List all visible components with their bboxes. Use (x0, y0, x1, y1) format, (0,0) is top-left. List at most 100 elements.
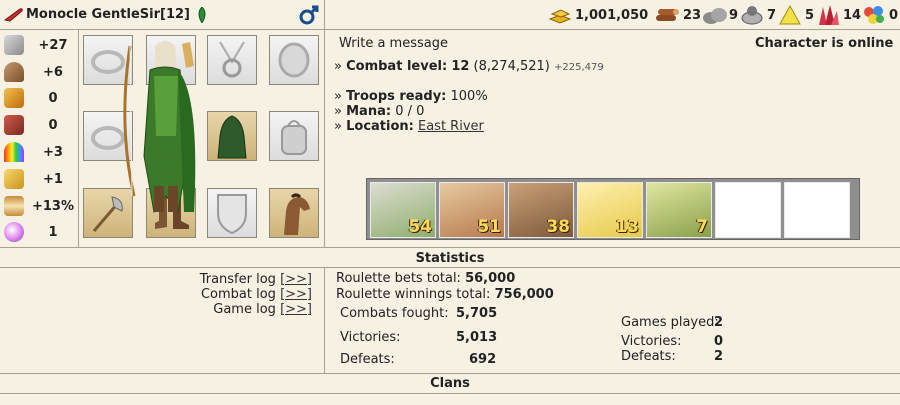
morale-value: +1 (43, 172, 63, 187)
gold-value: 1,001,050 (575, 8, 649, 23)
roulette-bets-value: 56,000 (465, 271, 516, 286)
druid-troop-icon[interactable]: 38 (508, 182, 574, 238)
combat-level-value: 12 (451, 59, 470, 74)
treant-troop-icon[interactable]: 7 (646, 182, 712, 238)
combat-log-row: Combat log [>>] (201, 287, 312, 302)
gem-value: 0 (889, 8, 899, 23)
clans-title-divider (0, 393, 900, 394)
troop-count: 51 (477, 217, 501, 237)
empty-troop-slot[interactable] (784, 182, 850, 238)
mana-value: 0 / 0 (395, 104, 425, 119)
sulfur-icon (778, 4, 802, 30)
games-defeats-label: Defeats: (621, 349, 676, 364)
combats-fought-value: 5,705 (456, 306, 498, 321)
troop-count: 7 (696, 217, 708, 237)
header-divider (0, 29, 900, 30)
character-name[interactable]: Monocle GentleSir (26, 7, 160, 22)
defeats-label: Defeats: (340, 352, 395, 367)
write-message-link[interactable]: Write a message (339, 36, 448, 51)
games-victories-value: 0 (714, 334, 724, 349)
troops-ready-value: 100% (450, 89, 488, 104)
defense-value: +6 (43, 65, 63, 80)
gold-icon (548, 5, 572, 29)
games-played-value: 2 (714, 315, 724, 330)
mana-orb-icon (4, 222, 24, 242)
spell-power-value: 0 (48, 91, 58, 106)
crystal-icon (815, 3, 841, 31)
backpack-slot[interactable] (269, 111, 319, 161)
initiative-value: +13% (31, 199, 74, 214)
troop-count: 13 (615, 217, 639, 237)
morale-icon (4, 169, 24, 189)
game-log-link[interactable]: [>>] (280, 302, 312, 317)
games-played-label: Games played: (621, 315, 719, 330)
troops-ready-row: » Troops ready: 100% (334, 89, 488, 104)
mirror-slot[interactable] (269, 35, 319, 85)
victories-label: Victories: (340, 330, 401, 345)
troop-count: 54 (408, 217, 432, 237)
online-status: Character is online (755, 36, 894, 51)
knowledge-icon (4, 115, 24, 135)
character-portrait (110, 36, 220, 214)
defeats-value: 692 (469, 352, 497, 367)
attack-value: +27 (38, 38, 68, 53)
transfer-log-row: Transfer log [>>] (200, 272, 312, 287)
character-emblem-icon (3, 8, 24, 26)
roulette-win-row: Roulette winnings total: 756,000 (336, 287, 554, 302)
male-gender-icon (298, 4, 320, 30)
defense-icon (4, 62, 24, 82)
games-victories-label: Victories: (621, 334, 682, 349)
bullet-icon: » (334, 119, 342, 134)
transfer-log-label: Transfer log (199, 272, 276, 287)
empty-troop-slot[interactable] (715, 182, 781, 238)
combat-level-label: Combat level: (346, 59, 448, 74)
combats-fought-label: Combats fought: (340, 306, 449, 321)
game-log-label: Game log (213, 302, 276, 317)
wood-value: 23 (683, 8, 702, 23)
stone-value: 9 (729, 8, 739, 23)
dryad-troop-icon[interactable]: 51 (439, 182, 505, 238)
games-defeats-value: 2 (714, 349, 724, 364)
combat-level-row: » Combat level: 12 (8,274,521) +225,479 (334, 59, 604, 74)
location-row: » Location: East River (334, 119, 484, 134)
combat-level-next: +225,479 (554, 62, 604, 73)
combat-log-link[interactable]: [>>] (280, 287, 312, 302)
horse-slot[interactable] (269, 188, 319, 238)
mana-label: Mana: (346, 104, 392, 119)
troop-count: 38 (546, 217, 570, 237)
victories-value: 5,013 (456, 330, 498, 345)
bullet-icon: » (334, 104, 342, 119)
elf-troop-icon[interactable]: 54 (370, 182, 436, 238)
ore-value: 7 (767, 8, 777, 23)
sulfur-value: 5 (805, 8, 815, 23)
roulette-bets-label: Roulette bets total: (336, 271, 461, 286)
transfer-log-link[interactable]: [>>] (280, 272, 312, 287)
crystal-value: 14 (843, 8, 862, 23)
stats-divider (78, 30, 79, 247)
clans-title: Clans (430, 376, 470, 391)
location-link[interactable]: East River (418, 119, 484, 134)
stats-title-divider (0, 267, 900, 268)
bullet-icon: » (334, 59, 342, 74)
location-label: Location: (346, 119, 414, 134)
troops-panel: 54 51 38 13 7 (366, 178, 860, 240)
character-level: [12] (160, 7, 190, 22)
knowledge-value: 0 (48, 118, 58, 133)
unicorn-troop-icon[interactable]: 13 (577, 182, 643, 238)
stone-icon (702, 5, 728, 29)
gem-icon (862, 4, 886, 30)
ore-icon (740, 4, 764, 30)
mana-row: » Mana: 0 / 0 (334, 104, 424, 119)
clans-top-divider (0, 373, 900, 374)
wood-icon (654, 5, 680, 29)
spell-power-icon (4, 88, 24, 108)
bullet-icon: » (334, 89, 342, 104)
luck-value: +3 (43, 145, 63, 160)
luck-icon (4, 142, 24, 162)
roulette-win-value: 756,000 (494, 287, 554, 302)
mana-orb-value: 1 (48, 225, 58, 240)
combat-log-label: Combat log (200, 287, 276, 302)
stats-top-divider (0, 247, 900, 248)
faction-leaf-icon (196, 6, 208, 27)
initiative-icon (4, 196, 24, 216)
